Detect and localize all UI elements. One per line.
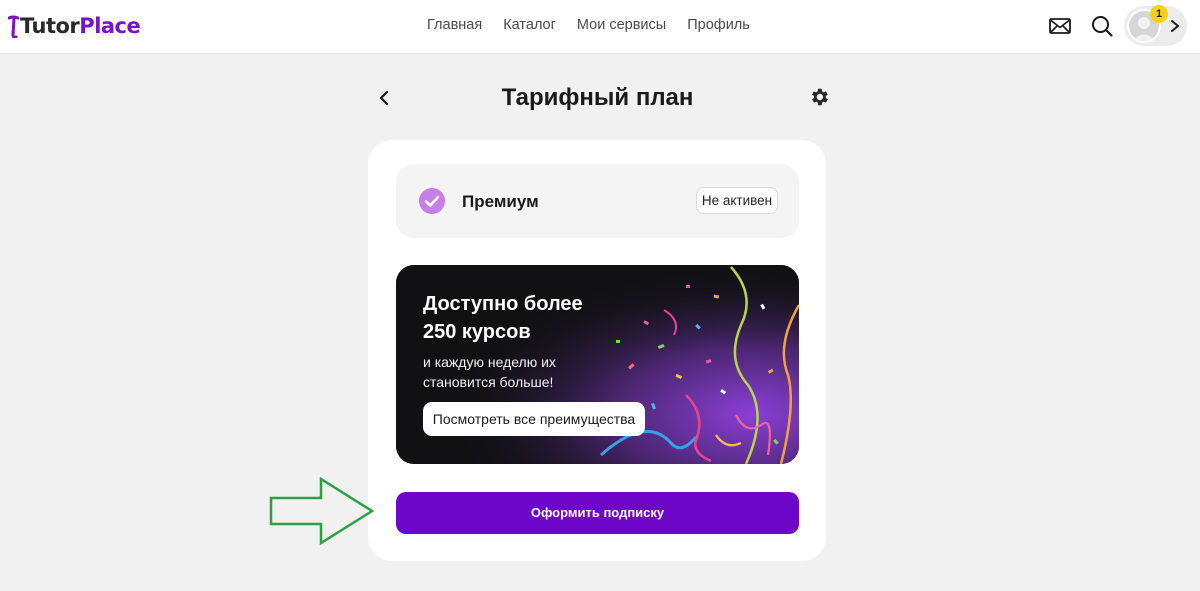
nav-item-catalog[interactable]: Каталог [503,17,556,33]
mail-icon[interactable] [1048,14,1072,38]
notification-badge: 1 [1150,5,1168,23]
chevron-left-icon[interactable] [374,86,396,110]
chevron-right-icon [1171,20,1179,32]
nav-item-home[interactable]: Главная [427,17,482,33]
promo-subtitle-line-2: становится больше! [423,374,554,390]
promo-title-line-1: Доступно более [423,293,583,315]
promo-subtitle-line-1: и каждую неделю их [423,354,556,370]
promo-banner: Доступно более 250 курсов и каждую недел… [396,265,799,464]
logo-text-place: Place [79,14,141,38]
logo-mark-icon [8,15,19,38]
logo-text-tutor: Tutor [20,14,80,38]
plan-name: Премиум [462,192,539,211]
nav-item-my-services[interactable]: Мои сервисы [577,17,666,33]
promo-title: Доступно более 250 курсов [423,290,643,346]
status-badge: Не активен [696,187,778,214]
main-nav: Главная Каталог Мои сервисы Профиль [427,17,750,33]
top-header: Tutor Place Главная Каталог Мои сервисы П… [0,0,1200,54]
logo[interactable]: Tutor Place [8,12,141,40]
subscribe-button[interactable]: Оформить подписку [396,492,799,534]
check-circle-icon [419,188,445,214]
search-icon[interactable] [1090,14,1114,38]
promo-subtitle: и каждую неделю их становится больше! [423,352,603,392]
page-title: Тарифный план [501,84,694,111]
gear-icon[interactable] [808,86,830,108]
annotation-arrow-icon [269,477,375,545]
nav-item-profile[interactable]: Профиль [687,17,750,33]
view-benefits-button[interactable]: Посмотреть все преимущества [423,402,645,436]
plan-row: Премиум Не активен [396,164,799,238]
promo-title-line-2: 250 курсов [423,321,531,343]
subscription-card: Премиум Не активен Доступно более 250 ку… [368,140,826,561]
